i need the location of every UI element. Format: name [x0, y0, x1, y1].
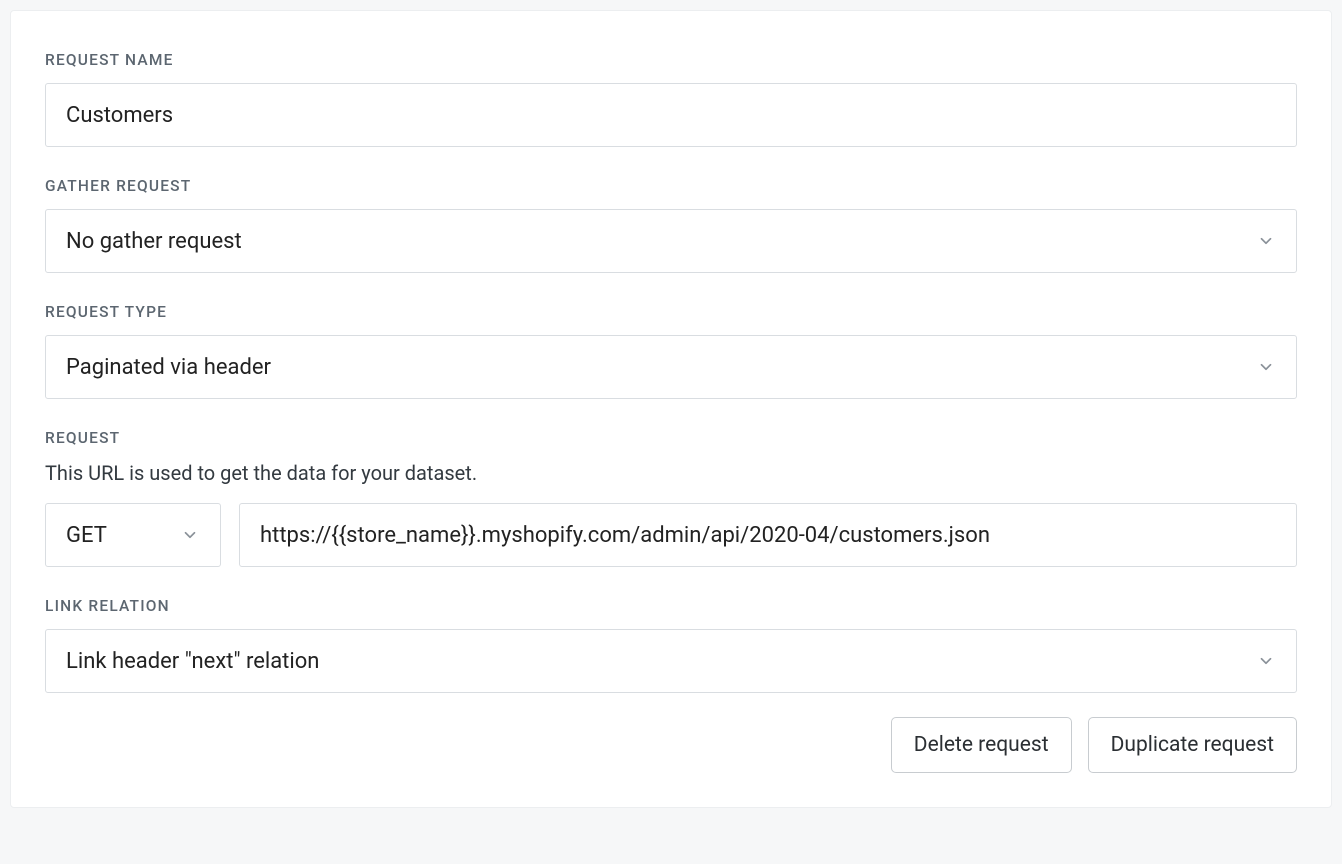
request-name-label: REQUEST NAME	[45, 51, 1297, 69]
gather-request-label: GATHER REQUEST	[45, 177, 1297, 195]
chevron-down-icon	[180, 525, 200, 545]
link-relation-label: LINK RELATION	[45, 597, 1297, 615]
chevron-down-icon	[1256, 651, 1276, 671]
gather-request-select[interactable]: No gather request	[45, 209, 1297, 273]
field-gather-request: GATHER REQUEST No gather request	[45, 177, 1297, 273]
gather-request-value: No gather request	[66, 229, 1246, 254]
request-helper-text: This URL is used to get the data for you…	[45, 461, 1297, 485]
delete-request-button[interactable]: Delete request	[891, 717, 1072, 773]
link-relation-select[interactable]: Link header "next" relation	[45, 629, 1297, 693]
http-method-select[interactable]: GET	[45, 503, 221, 567]
link-relation-value: Link header "next" relation	[66, 649, 1246, 674]
request-type-label: REQUEST TYPE	[45, 303, 1297, 321]
request-url-input[interactable]	[239, 503, 1297, 567]
request-row: GET	[45, 503, 1297, 567]
actions-row: Delete request Duplicate request	[45, 717, 1297, 773]
request-type-select[interactable]: Paginated via header	[45, 335, 1297, 399]
request-name-input[interactable]	[45, 83, 1297, 147]
field-request-name: REQUEST NAME	[45, 51, 1297, 147]
page-root: REQUEST NAME GATHER REQUEST No gather re…	[0, 0, 1342, 864]
duplicate-request-button[interactable]: Duplicate request	[1088, 717, 1297, 773]
field-request: REQUEST This URL is used to get the data…	[45, 429, 1297, 567]
http-method-value: GET	[66, 523, 170, 548]
request-type-value: Paginated via header	[66, 355, 1246, 380]
field-request-type: REQUEST TYPE Paginated via header	[45, 303, 1297, 399]
request-editor-card: REQUEST NAME GATHER REQUEST No gather re…	[10, 10, 1332, 808]
request-label: REQUEST	[45, 429, 1297, 447]
field-link-relation: LINK RELATION Link header "next" relatio…	[45, 597, 1297, 693]
chevron-down-icon	[1256, 231, 1276, 251]
chevron-down-icon	[1256, 357, 1276, 377]
